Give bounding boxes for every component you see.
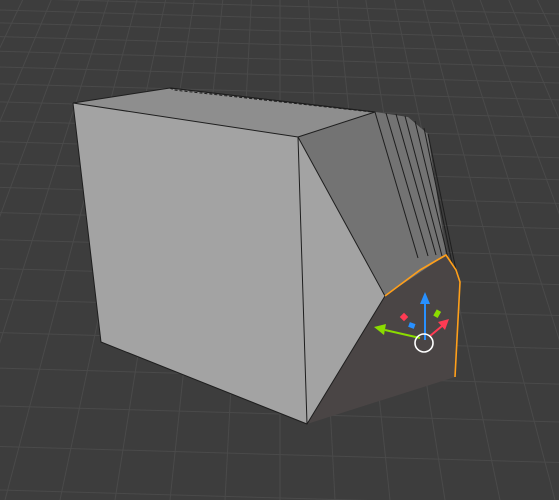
grid-line	[0, 0, 81, 218]
grid-line	[0, 0, 52, 123]
mesh-front-face[interactable]	[73, 103, 307, 424]
3d-viewport[interactable]	[0, 0, 559, 500]
grid-line	[508, 0, 559, 121]
grid-line	[479, 0, 559, 215]
viewport-canvas[interactable]	[0, 0, 559, 500]
mesh-object[interactable]	[72, 87, 461, 425]
grid-line	[451, 0, 559, 341]
